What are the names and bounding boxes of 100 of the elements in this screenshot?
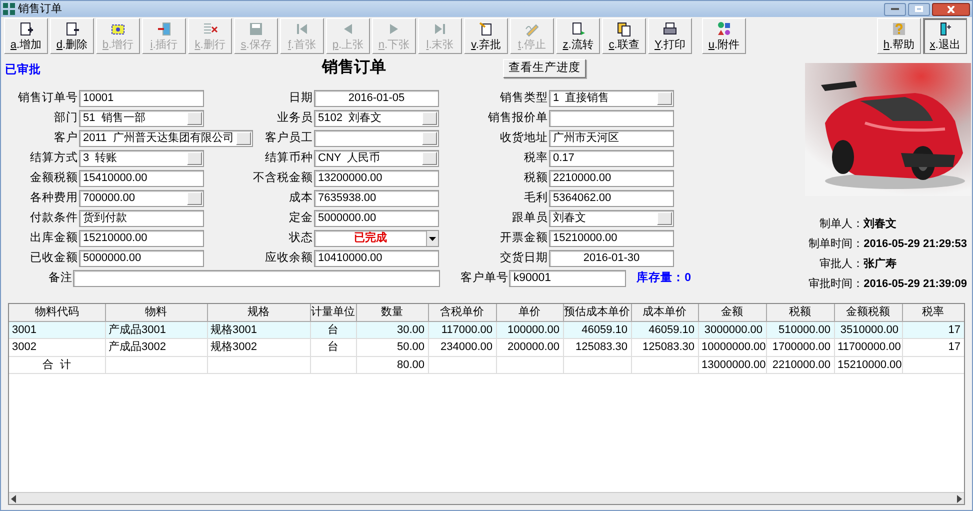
toolbar-button[interactable]: d.删除 <box>50 18 94 54</box>
field-label: 税率 <box>524 150 548 166</box>
input-field[interactable]: 10410000.00 <box>314 250 439 267</box>
lookup-button[interactable] <box>657 92 672 105</box>
input-field[interactable]: 货到付款 <box>79 210 204 227</box>
lookup-field[interactable]: 1 直接销售 <box>549 90 674 107</box>
lookup-field[interactable] <box>314 130 439 147</box>
column-header[interactable]: 金额税额 <box>834 304 902 321</box>
input-field[interactable]: 10001 <box>79 90 204 107</box>
toolbar-button[interactable]: z.流转 <box>556 18 600 54</box>
column-header[interactable]: 金额 <box>698 304 766 321</box>
help-icon <box>891 21 907 37</box>
lookup-field[interactable]: 51 销售一部 <box>79 110 204 127</box>
scroll-left-icon[interactable] <box>9 494 19 504</box>
remarks-field[interactable] <box>73 270 440 287</box>
column-header[interactable]: 单价 <box>496 304 563 321</box>
info-value: 2016-05-29 21:29:53 <box>864 238 967 251</box>
table-cell: 125083.30 <box>631 338 698 356</box>
field-label: 结算方式 <box>30 150 78 166</box>
field-label: 交货日期 <box>500 250 548 266</box>
field-label: 跟单员 <box>512 210 548 226</box>
lookup-field[interactable]: 刘春文 <box>549 210 674 227</box>
window-title: 销售订单 <box>18 2 62 17</box>
table-cell: 50.00 <box>356 338 428 356</box>
lookup-button[interactable] <box>187 112 202 125</box>
horizontal-scrollbar[interactable] <box>9 492 964 504</box>
field-label: 业务员 <box>277 110 313 126</box>
column-header[interactable]: 含税单价 <box>428 304 496 321</box>
lookup-button[interactable] <box>187 192 202 205</box>
field-label: 客户单号 <box>459 270 510 286</box>
table-cell: 11700000.00 <box>834 338 902 356</box>
lookup-field[interactable]: CNY 人民币 <box>314 150 439 167</box>
add-icon <box>18 21 34 37</box>
input-field[interactable]: 15210000.00 <box>549 230 674 247</box>
table-cell: 规格3002 <box>207 338 310 356</box>
app-icon <box>3 3 15 15</box>
info-value: 2016-05-29 21:39:09 <box>864 278 967 291</box>
table-row[interactable]: 3001 产成品3001 规格3001 台 30.00 117000.00 100000.00 46059.10 46059.10 3000000.00 510000.00 3510000.00 17 <box>9 321 964 338</box>
lookup-button[interactable] <box>422 152 437 165</box>
minimize-button[interactable] <box>884 2 906 16</box>
column-header[interactable]: 物料代码 <box>9 304 105 321</box>
input-field[interactable]: 0.17 <box>549 150 674 167</box>
field-label: 应收余额 <box>265 250 313 266</box>
input-field[interactable]: 广州市天河区 <box>549 130 674 147</box>
input-field[interactable]: 5364062.00 <box>549 190 674 207</box>
scroll-right-icon[interactable] <box>954 494 964 504</box>
lookup-field[interactable]: 5102 刘春文 <box>314 110 439 127</box>
table-cell: 10000000.00 <box>698 338 766 356</box>
lookup-field[interactable]: 2011 广州普天达集团有限公司 <box>79 130 253 147</box>
date-field[interactable]: 2016-01-05 <box>314 90 439 107</box>
date-field[interactable]: 2016-01-30 <box>549 250 674 267</box>
column-header[interactable]: 税率 <box>902 304 964 321</box>
input-field[interactable] <box>549 110 674 127</box>
column-header[interactable]: 税额 <box>766 304 834 321</box>
status-dropdown[interactable]: 已完成 <box>314 230 439 247</box>
first-icon <box>294 21 310 37</box>
approval-status: 已审批 <box>5 62 41 78</box>
lookup-button[interactable] <box>657 212 672 225</box>
progress-button[interactable]: 查看生产进度 <box>503 58 586 78</box>
toolbar-button[interactable]: x.退出 <box>923 18 967 54</box>
toolbar-button[interactable]: h.帮助 <box>877 18 921 54</box>
input-field[interactable]: 15210000.00 <box>79 230 204 247</box>
column-header[interactable]: 成本单价 <box>631 304 698 321</box>
toolbar-button[interactable]: u.附件 <box>702 18 746 54</box>
input-field[interactable]: 5000000.00 <box>79 250 204 267</box>
toolbar-button[interactable]: a.增加 <box>4 18 48 54</box>
info-label: 制单人： <box>820 218 864 231</box>
field-label: 部门 <box>54 110 78 126</box>
lookup-field[interactable]: 700000.00 <box>79 190 204 207</box>
info-value: 张广寿 <box>864 258 897 271</box>
input-field[interactable]: 2210000.00 <box>549 170 674 187</box>
table-cell: 1700000.00 <box>766 338 834 356</box>
column-header[interactable]: 数量 <box>356 304 428 321</box>
field-label: 毛利 <box>524 190 548 206</box>
input-field[interactable]: k90001 <box>509 270 626 287</box>
caret-icon <box>429 236 436 240</box>
input-field[interactable]: 13200000.00 <box>314 170 439 187</box>
lookup-field[interactable]: 3 转账 <box>79 150 204 167</box>
column-header[interactable]: 规格 <box>207 304 310 321</box>
lookup-button[interactable] <box>422 132 437 145</box>
table-cell: 200000.00 <box>496 338 563 356</box>
input-field[interactable]: 5000000.00 <box>314 210 439 227</box>
column-header[interactable]: 物料 <box>105 304 207 321</box>
input-field[interactable]: 15410000.00 <box>79 170 204 187</box>
table-cell: 3002 <box>9 338 105 356</box>
lookup-button[interactable] <box>236 132 251 145</box>
field-label: 客户员工 <box>265 130 313 146</box>
lookup-button[interactable] <box>187 152 202 165</box>
maximize-button[interactable] <box>908 2 930 16</box>
column-header[interactable]: 预估成本单价 <box>563 304 631 321</box>
toolbar-button[interactable]: v.弃批 <box>464 18 508 54</box>
table-row[interactable]: 3002 产成品3002 规格3002 台 50.00 234000.00 200000.00 125083.30 125083.30 10000000.00 1700000.00 11700000.00 17 <box>9 338 964 356</box>
field-label: 收货地址 <box>500 130 548 146</box>
input-field[interactable]: 7635938.00 <box>314 190 439 207</box>
close-button[interactable] <box>932 2 970 16</box>
toolbar-button[interactable]: c.联查 <box>602 18 646 54</box>
column-header[interactable]: 计量单位 <box>310 304 356 321</box>
toolbar-button[interactable]: Y.打印 <box>648 18 692 54</box>
delete-icon <box>64 21 80 37</box>
lookup-button[interactable] <box>422 112 437 125</box>
